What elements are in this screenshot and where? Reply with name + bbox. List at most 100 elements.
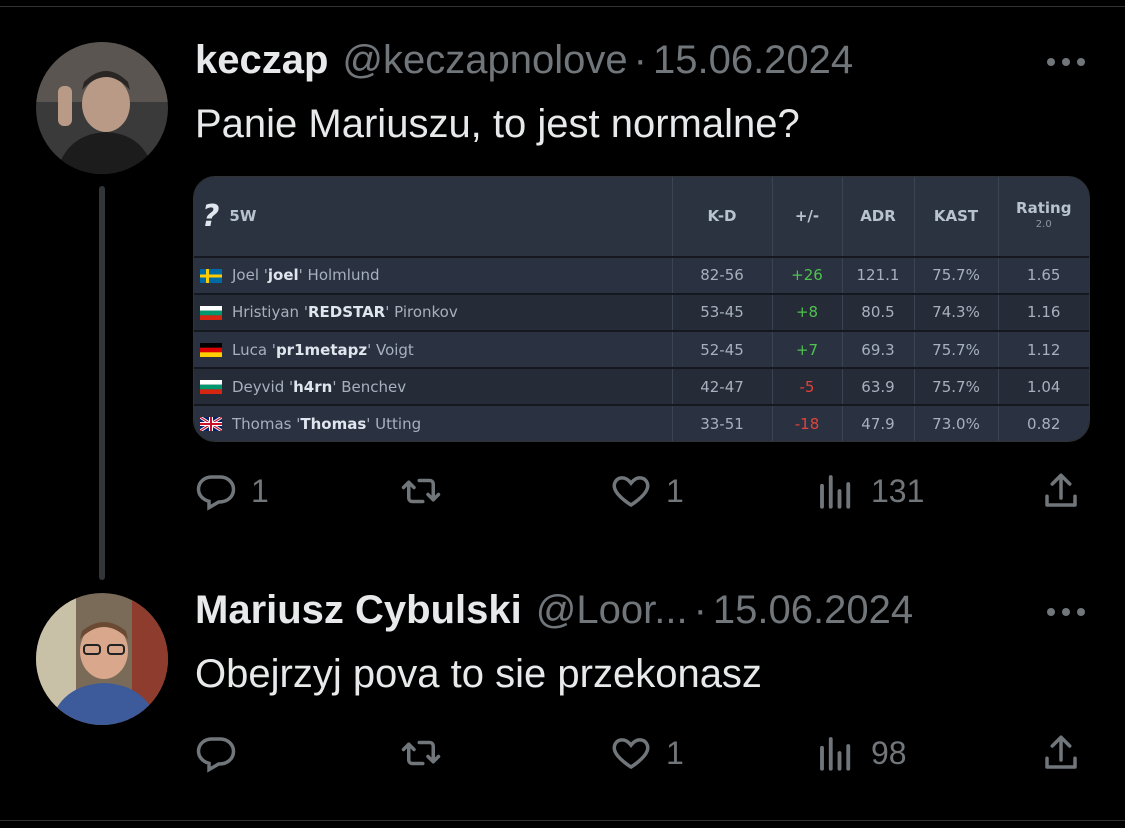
player-first-name: Luca ' (232, 340, 276, 359)
top-divider (0, 6, 1125, 7)
display-name[interactable]: Mariusz Cybulski (195, 588, 522, 633)
player-row: Joel 'joel' Holmlund 82-56 +26 121.1 75.7% 1.… (194, 255, 1089, 294)
tweet-header: keczap @keczapnolove · 15.06.2024 (195, 38, 853, 86)
player-name-cell: Hristiyan 'REDSTAR' Pironkov (194, 292, 673, 331)
heart-icon (612, 738, 650, 770)
bottom-divider (0, 820, 1125, 821)
retweet-button[interactable] (400, 466, 456, 516)
views-icon (820, 737, 851, 771)
kd-cell: 53-45 (672, 292, 773, 331)
rating-cell: 1.65 (998, 255, 1089, 294)
kd-cell: 42-47 (672, 367, 773, 406)
user-avatar[interactable] (36, 42, 168, 174)
views-button[interactable]: 98 (815, 728, 907, 778)
separator-dot: · (633, 38, 647, 82)
country-flag-icon (200, 380, 222, 395)
tweet-date[interactable]: 15.06.2024 (713, 588, 913, 633)
column-header-adr: ADR (842, 177, 915, 257)
share-button[interactable] (1040, 728, 1082, 778)
display-name[interactable]: keczap (195, 38, 328, 83)
share-button[interactable] (1040, 466, 1082, 516)
country-flag-icon (200, 305, 222, 320)
scoreboard-header-row: ? 5W K-D +/- ADR KAST Rating 2.0 (194, 177, 1089, 257)
tweet-date[interactable]: 15.06.2024 (653, 38, 853, 83)
kast-cell: 75.7% (914, 367, 999, 406)
player-name-cell: Deyvid 'h4rn' Benchev (194, 367, 673, 406)
rating-cell: 0.82 (998, 404, 1089, 441)
adr-cell: 80.5 (842, 292, 915, 331)
like-count: 1 (666, 472, 684, 509)
team-header: ? 5W (194, 177, 673, 257)
reply-button[interactable] (195, 728, 251, 778)
rating-version: 2.0 (1035, 218, 1052, 230)
tweet-text: Obejrzyj pova to sie przekonasz (195, 652, 762, 696)
column-header-kd: K-D (672, 177, 773, 257)
kast-cell: 74.3% (914, 292, 999, 331)
tweet-actions: 1 98 (195, 728, 1085, 778)
like-count: 1 (666, 734, 684, 771)
tweet-actions: 1 1 131 (195, 466, 1085, 516)
country-flag-icon (200, 417, 222, 432)
heart-icon (612, 476, 650, 508)
thread-line (99, 186, 105, 580)
kast-cell: 73.0% (914, 404, 999, 441)
player-nickname: joel (267, 266, 299, 285)
views-button[interactable]: 131 (815, 466, 924, 516)
diff-cell: -18 (772, 404, 843, 441)
player-name-cell: Luca 'pr1metapz' Voigt (194, 329, 673, 369)
views-icon (820, 475, 851, 509)
like-button[interactable]: 1 (610, 466, 684, 516)
player-first-name: Joel ' (232, 266, 268, 285)
country-flag-icon (200, 268, 222, 283)
player-nickname: Thomas (300, 414, 367, 433)
player-first-name: Hristiyan ' (232, 303, 308, 322)
player-row: Deyvid 'h4rn' Benchev 42-47 -5 63.9 75.7% 1.0… (194, 367, 1089, 406)
separator-dot: · (693, 588, 707, 632)
retweet-icon (401, 740, 441, 766)
reply-count: 1 (251, 472, 269, 509)
share-icon (1045, 735, 1077, 769)
reply-button[interactable]: 1 (195, 466, 269, 516)
player-row: Thomas 'Thomas' Utting 33-51 -18 47.9 73.0% 0… (194, 404, 1089, 441)
share-icon (1045, 473, 1077, 507)
column-header-kast: KAST (914, 177, 999, 257)
player-name-cell: Thomas 'Thomas' Utting (194, 404, 673, 441)
adr-cell: 121.1 (842, 255, 915, 294)
player-name-cell: Joel 'joel' Holmlund (194, 255, 673, 294)
kd-cell: 52-45 (672, 329, 773, 369)
kast-cell: 75.7% (914, 329, 999, 369)
more-options-icon[interactable] (1047, 608, 1085, 616)
user-handle[interactable]: @keczapnolove (342, 38, 627, 83)
adr-cell: 63.9 (842, 367, 915, 406)
adr-cell: 47.9 (842, 404, 915, 441)
player-last-name: ' Holmlund (298, 266, 380, 285)
player-nickname: REDSTAR (307, 303, 386, 322)
adr-cell: 69.3 (842, 329, 915, 369)
diff-cell: +26 (772, 255, 843, 294)
rating-cell: 1.04 (998, 367, 1089, 406)
country-flag-icon (200, 343, 222, 358)
player-last-name: ' Voigt (367, 340, 414, 359)
diff-cell: +8 (772, 292, 843, 331)
player-first-name: Deyvid ' (232, 377, 294, 396)
player-row: Hristiyan 'REDSTAR' Pironkov 53-45 +8 80.5 7… (194, 292, 1089, 331)
reply-icon (196, 475, 236, 511)
scoreboard-image[interactable]: ? 5W K-D +/- ADR KAST Rating 2.0 Joel 'joe… (193, 176, 1090, 442)
kd-cell: 33-51 (672, 404, 773, 441)
diff-cell: -5 (772, 367, 843, 406)
player-nickname: pr1metapz (275, 340, 368, 359)
user-handle[interactable]: @Loor... (536, 588, 688, 633)
player-row: Luca 'pr1metapz' Voigt 52-45 +7 69.3 75.7% 1.… (194, 329, 1089, 369)
rating-label: Rating (1016, 198, 1072, 217)
tweet-text: Panie Mariuszu, to jest normalne? (195, 102, 800, 146)
like-button[interactable]: 1 (610, 728, 684, 778)
player-last-name: ' Benchev (332, 377, 407, 396)
retweet-button[interactable] (400, 728, 456, 778)
more-options-icon[interactable] (1047, 58, 1085, 66)
kast-cell: 75.7% (914, 255, 999, 294)
reply-icon (196, 737, 236, 773)
team-name: 5W (229, 206, 257, 225)
views-count: 131 (871, 472, 925, 509)
user-avatar[interactable] (36, 593, 168, 725)
scoreboard-table: ? 5W K-D +/- ADR KAST Rating 2.0 Joel 'joe… (194, 177, 1089, 441)
